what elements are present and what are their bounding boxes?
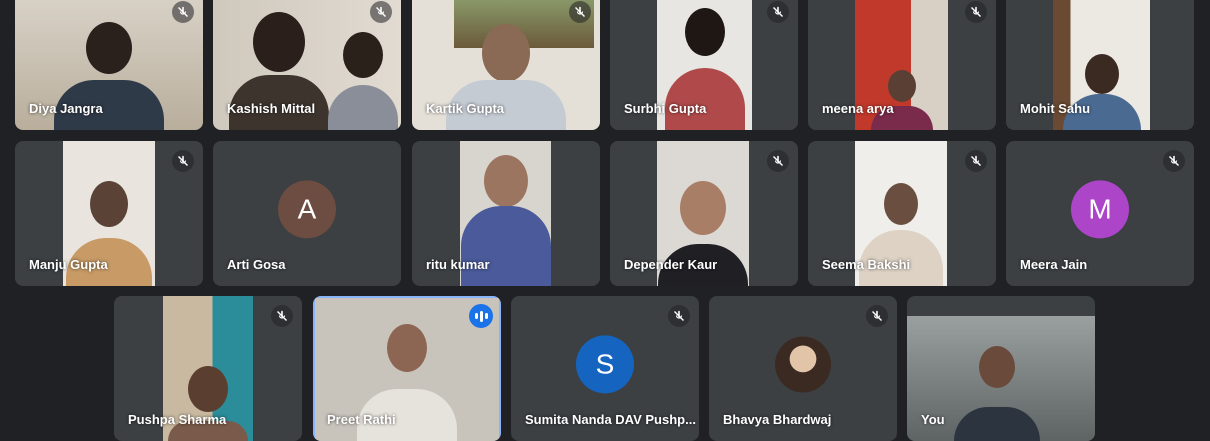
participant-head (483, 155, 528, 207)
participant-name: Arti Gosa (227, 257, 286, 272)
participant-tile-bhavya[interactable]: Bhavya Bhardwaj (709, 296, 897, 441)
participant-name: ritu kumar (426, 257, 490, 272)
participant-tile-meera[interactable]: M Meera Jain (1006, 141, 1194, 286)
participant-tile-you[interactable]: You (907, 296, 1095, 441)
participant-name: Preet Rathi (327, 412, 396, 427)
mic-off-icon (370, 1, 392, 23)
participant-name: You (921, 412, 945, 427)
participant-name: Bhavya Bhardwaj (723, 412, 832, 427)
participant-name: Meera Jain (1020, 257, 1088, 272)
participant-head (887, 70, 916, 102)
participant-name: Sumita Nanda DAV Pushp... (525, 412, 696, 427)
participant-name: Diya Jangra (29, 101, 103, 116)
mic-off-icon (569, 1, 591, 23)
participant-tile-pushpa[interactable]: Pushpa Sharma (114, 296, 302, 441)
participant-tile-ritu[interactable]: ritu kumar (412, 141, 600, 286)
participant-body (664, 68, 745, 130)
avatar-initial: M (1071, 179, 1129, 238)
mic-off-icon (767, 1, 789, 23)
participant-head (188, 366, 228, 412)
mic-off-icon (271, 305, 293, 327)
participant-tile-depender[interactable]: Depender Kaur (610, 141, 798, 286)
mic-off-icon (172, 1, 194, 23)
mic-off-icon (866, 305, 888, 327)
participant-head (979, 346, 1016, 388)
participant-head (680, 181, 726, 235)
participant-head (884, 183, 918, 225)
participant-tile-sumita[interactable]: S Sumita Nanda DAV Pushp... (511, 296, 699, 441)
participant-name: Seema Bakshi (822, 257, 911, 272)
mic-off-icon (965, 1, 987, 23)
participant-head (482, 24, 530, 82)
participant-name: Mohit Sahu (1020, 101, 1091, 116)
participant-head (90, 181, 128, 227)
participant-tile-preet[interactable]: Preet Rathi (313, 296, 501, 441)
participant-tile-diya[interactable]: Diya Jangra (15, 0, 203, 130)
participant-body (460, 206, 551, 286)
participant-head (1084, 54, 1119, 94)
participant-head (684, 8, 725, 56)
audio-level-icon (469, 304, 493, 328)
participant-head (387, 324, 427, 372)
avatar-initial: S (576, 334, 634, 393)
mic-off-icon (1163, 150, 1185, 172)
participant-name: Kashish Mittal (227, 101, 316, 116)
participant-head (343, 32, 384, 78)
participant-name: Surbhi Gupta (624, 101, 707, 116)
participant-tile-mohit[interactable]: Mohit Sahu (1006, 0, 1194, 130)
participant-head (86, 22, 132, 74)
participant-tile-surbhi[interactable]: Surbhi Gupta (610, 0, 798, 130)
participant-head (252, 12, 305, 72)
participant-name: Depender Kaur (624, 257, 718, 272)
participant-name: Pushpa Sharma (128, 412, 227, 427)
participant-tile-seema[interactable]: Seema Bakshi (808, 141, 996, 286)
participant-tile-meena[interactable]: meena arya (808, 0, 996, 130)
avatar-initial: A (278, 179, 336, 238)
participant-tile-manju[interactable]: Manju Gupta (15, 141, 203, 286)
mic-off-icon (965, 150, 987, 172)
participant-name: meena arya (822, 101, 894, 116)
mic-off-icon (172, 150, 194, 172)
participant-body (328, 85, 399, 130)
mic-off-icon (668, 305, 690, 327)
participant-tile-kartik[interactable]: Kartik Gupta (412, 0, 600, 130)
participant-name: Manju Gupta (29, 257, 108, 272)
participant-name: Kartik Gupta (426, 101, 505, 116)
participant-tile-kashish[interactable]: Kashish Mittal (213, 0, 401, 130)
mic-off-icon (767, 150, 789, 172)
participant-body (954, 407, 1041, 441)
profile-photo-avatar (775, 336, 831, 393)
participant-tile-arti[interactable]: A Arti Gosa (213, 141, 401, 286)
